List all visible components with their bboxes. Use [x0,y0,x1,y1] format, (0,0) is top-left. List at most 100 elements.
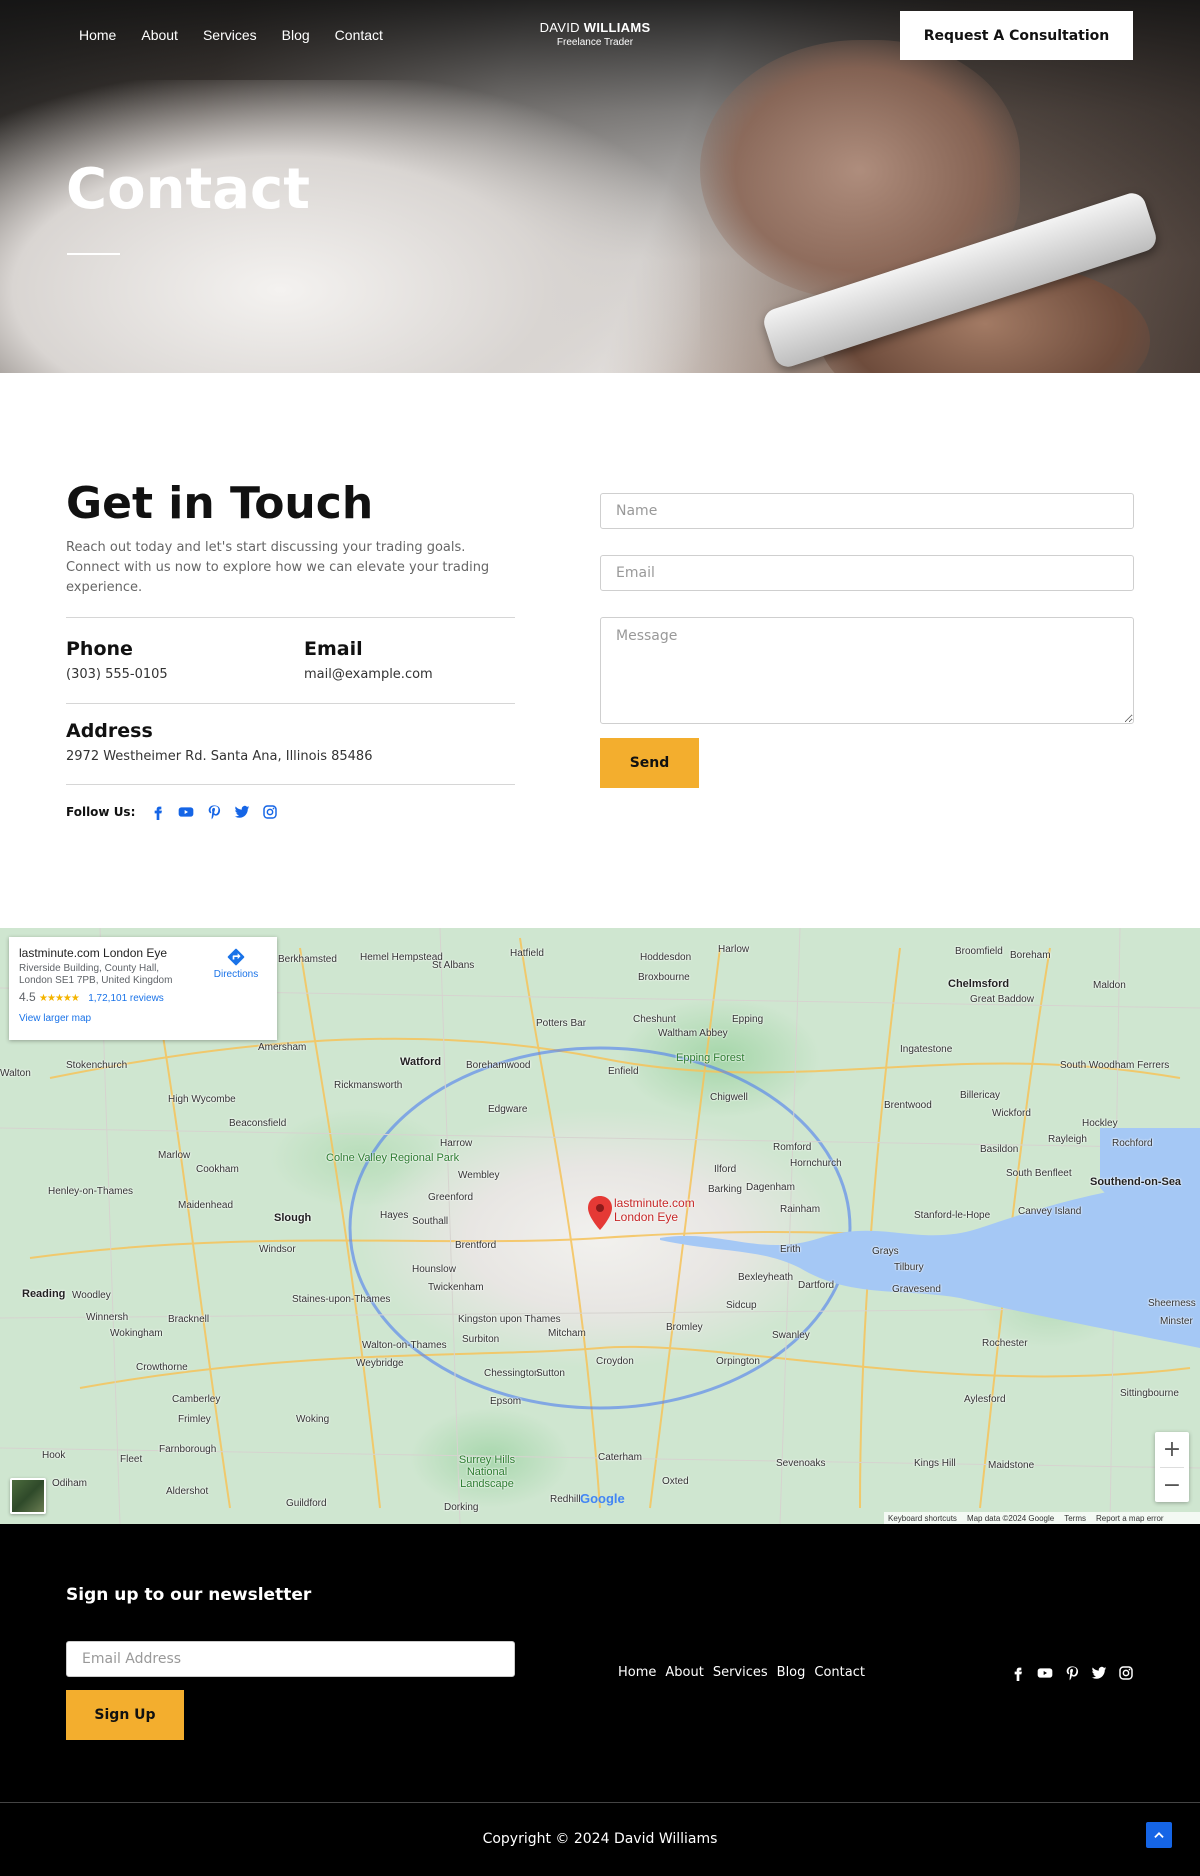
map-label: Harrow [440,1138,473,1149]
zoom-out-button[interactable]: − [1155,1468,1189,1503]
map-label: Guildford [286,1498,327,1509]
zoom-in-button[interactable]: + [1155,1432,1189,1467]
map-label: Harlow [718,944,750,955]
map-label: Enfield [608,1066,639,1077]
twitter-icon[interactable] [234,804,250,820]
map-label: Sheerness [1148,1298,1196,1309]
map-label: Cookham [196,1164,239,1175]
directions-button[interactable]: Directions [211,947,261,980]
send-button[interactable]: Send [600,738,699,788]
instagram-icon[interactable] [262,804,278,820]
request-consultation-button[interactable]: Request A Consultation [900,11,1133,60]
map-label: Dagenham [746,1182,795,1193]
facebook-icon[interactable] [150,804,166,820]
footer-nav-about[interactable]: About [665,1665,703,1680]
map-label: Sutton [536,1368,565,1379]
get-in-touch-description: Reach out today and let's start discussi… [66,540,490,595]
map-label: Ilford [714,1164,737,1175]
map-label: Wembley [458,1170,500,1181]
map-label: Greenford [428,1192,474,1203]
map-label: Minster [1160,1316,1193,1327]
map-label: Hockley [1082,1118,1118,1129]
satellite-toggle[interactable] [10,1478,46,1514]
map-label: South Benfleet [1006,1168,1072,1179]
back-to-top-button[interactable] [1146,1822,1172,1848]
hero-banner: Home About Services Blog Contact DAVID W… [0,0,1200,373]
map-label: Surrey Hills National Landscape [458,1454,516,1490]
message-textarea[interactable] [600,617,1134,724]
site-brand[interactable]: DAVID WILLIAMS Freelance Trader [500,20,690,48]
divider [66,703,515,704]
youtube-icon[interactable] [1037,1665,1053,1681]
email-value[interactable]: mail@example.com [304,667,433,682]
map-label: Canvey Island [1018,1206,1082,1217]
view-larger-map-link[interactable]: View larger map [19,1013,267,1024]
map-label: Woking [296,1414,330,1425]
terms-link[interactable]: Terms [1064,1514,1086,1523]
map-label: Beaconsfield [229,1118,287,1129]
map-label: Weybridge [356,1358,404,1369]
footer-nav-home[interactable]: Home [618,1665,656,1680]
facebook-icon[interactable] [1010,1665,1026,1681]
page-title: Contact [66,157,310,222]
reviews-link[interactable]: 1,72,101 reviews [88,993,164,1004]
youtube-icon[interactable] [178,804,194,820]
map-label: Redhill [550,1494,581,1505]
footer-nav-contact[interactable]: Contact [814,1665,865,1680]
phone-value[interactable]: (303) 555-0105 [66,667,168,682]
map-label: Twickenham [428,1282,484,1293]
map-label: Chigwell [710,1092,748,1103]
directions-icon [227,948,245,966]
map-label: Kingston upon Thames [458,1314,561,1325]
map-label: Walton [0,1068,31,1079]
instagram-icon[interactable] [1118,1665,1134,1681]
email-label: Email [304,638,363,660]
map-zoom-controls: + − [1155,1432,1189,1502]
nav-contact[interactable]: Contact [335,27,383,43]
map-label: Broomfield [955,946,1003,957]
pin-label-line2[interactable]: London Eye [614,1210,678,1224]
map-label: Oxted [662,1476,689,1487]
map-label: Hoddesdon [640,952,692,963]
map-label: Reading [22,1288,66,1300]
nav-home[interactable]: Home [79,27,116,43]
pinterest-icon[interactable] [206,804,222,820]
map-label: Hemel Hempstead [360,952,443,963]
rating-value: 4.5 [19,990,36,1004]
map-label: Camberley [172,1394,221,1405]
map-label: Caterham [598,1452,642,1463]
email-input[interactable] [600,555,1134,591]
map-label: Maidenhead [178,1200,234,1211]
name-input[interactable] [600,493,1134,529]
brand-first-name: DAVID [539,20,580,35]
map-label: Chessington [484,1368,540,1379]
map-label: Gravesend [892,1284,941,1295]
directions-label: Directions [213,969,259,980]
pin-label-line1[interactable]: lastminute.com [614,1196,695,1210]
newsletter-email-input[interactable] [66,1641,515,1677]
nav-blog[interactable]: Blog [282,27,310,43]
twitter-icon[interactable] [1091,1665,1107,1681]
map-pin[interactable] [588,1196,612,1230]
follow-us-row: Follow Us: [66,804,278,820]
map-place-card: lastminute.com London Eye Riverside Buil… [9,937,277,1040]
nav-services[interactable]: Services [203,27,257,43]
map-label: Wickford [992,1108,1031,1119]
map-label: Epsom [490,1396,522,1407]
brand-name: DAVID WILLIAMS [500,20,690,35]
map-label: Berkhamsted [278,954,337,965]
keyboard-shortcuts-link[interactable]: Keyboard shortcuts [888,1514,957,1523]
map-label: Slough [274,1212,312,1224]
map-label: Tilbury [894,1262,924,1273]
pinterest-icon[interactable] [1064,1665,1080,1681]
report-error-link[interactable]: Report a map error [1096,1514,1164,1523]
divider [66,784,515,785]
map-label: Windsor [259,1244,296,1255]
sign-up-button[interactable]: Sign Up [66,1690,184,1740]
footer-nav-services[interactable]: Services [713,1665,768,1680]
map-place-address: Riverside Building, County Hall, London … [19,963,173,986]
map-label: High Wycombe [168,1094,236,1105]
nav-about[interactable]: About [141,27,178,43]
map-label: Orpington [716,1356,760,1367]
footer-nav-blog[interactable]: Blog [777,1665,806,1680]
